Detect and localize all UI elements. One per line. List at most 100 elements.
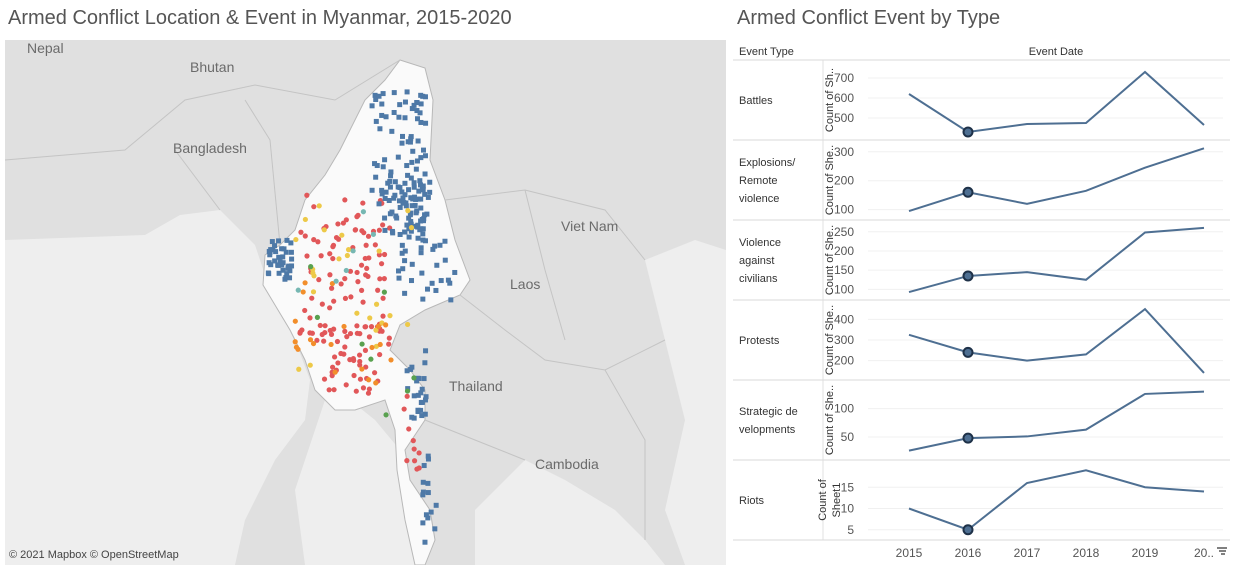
event-marker[interactable] — [322, 329, 328, 336]
event-marker[interactable] — [409, 203, 415, 209]
event-marker[interactable] — [391, 110, 397, 116]
event-marker[interactable] — [416, 465, 422, 471]
event-marker[interactable] — [388, 173, 394, 179]
panel-riots[interactable]: 51015Riots Count of Sheet1 — [733, 459, 1230, 537]
event-marker[interactable] — [382, 195, 388, 201]
event-marker[interactable] — [419, 399, 425, 405]
event-marker[interactable] — [415, 235, 421, 241]
event-marker[interactable] — [423, 512, 429, 518]
event-marker[interactable] — [348, 294, 354, 300]
event-marker[interactable] — [350, 248, 356, 254]
map-canvas[interactable] — [5, 40, 726, 565]
event-marker[interactable] — [335, 221, 341, 227]
event-marker[interactable] — [420, 187, 426, 193]
event-marker[interactable] — [310, 340, 317, 347]
event-marker[interactable] — [404, 388, 411, 394]
event-marker[interactable] — [422, 411, 428, 417]
event-marker[interactable] — [302, 233, 308, 239]
event-marker[interactable] — [365, 233, 372, 239]
event-marker[interactable] — [379, 112, 385, 118]
event-marker[interactable] — [404, 163, 410, 169]
event-marker[interactable] — [420, 147, 426, 153]
event-marker[interactable] — [418, 196, 424, 202]
event-marker[interactable] — [330, 244, 336, 250]
event-marker[interactable] — [302, 216, 308, 223]
event-marker[interactable] — [418, 250, 424, 256]
event-marker[interactable] — [327, 305, 333, 311]
event-marker[interactable] — [307, 315, 313, 321]
event-marker[interactable] — [284, 237, 290, 243]
event-marker[interactable] — [367, 315, 373, 321]
event-marker[interactable] — [411, 180, 417, 186]
event-marker[interactable] — [318, 253, 324, 259]
event-marker[interactable] — [428, 509, 434, 515]
event-marker[interactable] — [333, 278, 339, 284]
event-marker[interactable] — [409, 261, 415, 267]
event-marker[interactable] — [352, 227, 359, 233]
event-marker[interactable] — [397, 185, 403, 191]
event-marker[interactable] — [404, 458, 410, 464]
event-marker[interactable] — [377, 276, 383, 282]
event-marker[interactable] — [360, 200, 366, 206]
event-marker[interactable] — [363, 242, 369, 248]
panel-battles[interactable]: 500 600 700 Battles Count of Sh.. — [733, 59, 1230, 138]
event-marker[interactable] — [385, 180, 391, 186]
event-marker[interactable] — [416, 188, 422, 194]
event-marker[interactable] — [302, 307, 308, 314]
event-marker[interactable] — [437, 242, 443, 248]
event-marker[interactable] — [285, 265, 291, 271]
event-marker[interactable] — [376, 248, 382, 254]
event-marker[interactable] — [396, 114, 402, 120]
event-marker[interactable] — [307, 362, 313, 368]
event-marker[interactable] — [357, 376, 364, 382]
event-marker[interactable] — [292, 339, 298, 345]
event-marker[interactable] — [410, 148, 416, 154]
event-marker[interactable] — [425, 286, 431, 292]
event-marker[interactable] — [420, 492, 426, 498]
event-marker[interactable] — [409, 278, 415, 284]
event-marker[interactable] — [358, 262, 365, 268]
event-marker[interactable] — [422, 212, 428, 218]
event-marker[interactable] — [420, 231, 426, 237]
event-marker[interactable] — [389, 209, 395, 215]
event-marker[interactable] — [343, 267, 349, 274]
event-marker[interactable] — [373, 301, 380, 307]
event-marker[interactable] — [311, 204, 317, 210]
event-marker[interactable] — [288, 249, 294, 255]
event-marker[interactable] — [438, 278, 444, 284]
event-marker[interactable] — [422, 539, 428, 545]
series-line[interactable] — [908, 226, 1205, 294]
event-marker[interactable] — [322, 323, 328, 329]
event-marker[interactable] — [280, 267, 286, 273]
event-marker[interactable] — [321, 376, 328, 382]
event-marker[interactable] — [433, 502, 439, 508]
event-marker[interactable] — [434, 262, 440, 268]
event-marker[interactable] — [400, 133, 406, 139]
event-marker[interactable] — [411, 184, 417, 190]
event-marker[interactable] — [341, 323, 347, 330]
event-marker[interactable] — [413, 166, 419, 172]
event-marker[interactable] — [329, 285, 335, 291]
event-marker[interactable] — [310, 270, 316, 276]
event-marker[interactable] — [308, 264, 314, 270]
event-marker[interactable] — [420, 226, 426, 232]
event-marker[interactable] — [310, 289, 317, 295]
event-marker[interactable] — [410, 438, 416, 444]
event-marker[interactable] — [340, 220, 346, 226]
event-marker[interactable] — [433, 287, 439, 293]
event-marker[interactable] — [283, 249, 289, 255]
event-marker[interactable] — [373, 174, 379, 180]
event-marker[interactable] — [386, 335, 392, 341]
event-marker[interactable] — [335, 360, 341, 366]
event-marker[interactable] — [362, 324, 368, 330]
event-marker[interactable] — [423, 394, 429, 400]
event-marker[interactable] — [354, 269, 360, 276]
event-marker[interactable] — [432, 243, 438, 249]
event-marker[interactable] — [380, 164, 386, 170]
event-marker[interactable] — [420, 520, 426, 526]
event-marker[interactable] — [421, 376, 427, 382]
event-marker[interactable] — [331, 354, 338, 360]
event-marker[interactable] — [396, 198, 402, 204]
event-marker[interactable] — [355, 279, 361, 285]
event-marker[interactable] — [402, 115, 408, 121]
